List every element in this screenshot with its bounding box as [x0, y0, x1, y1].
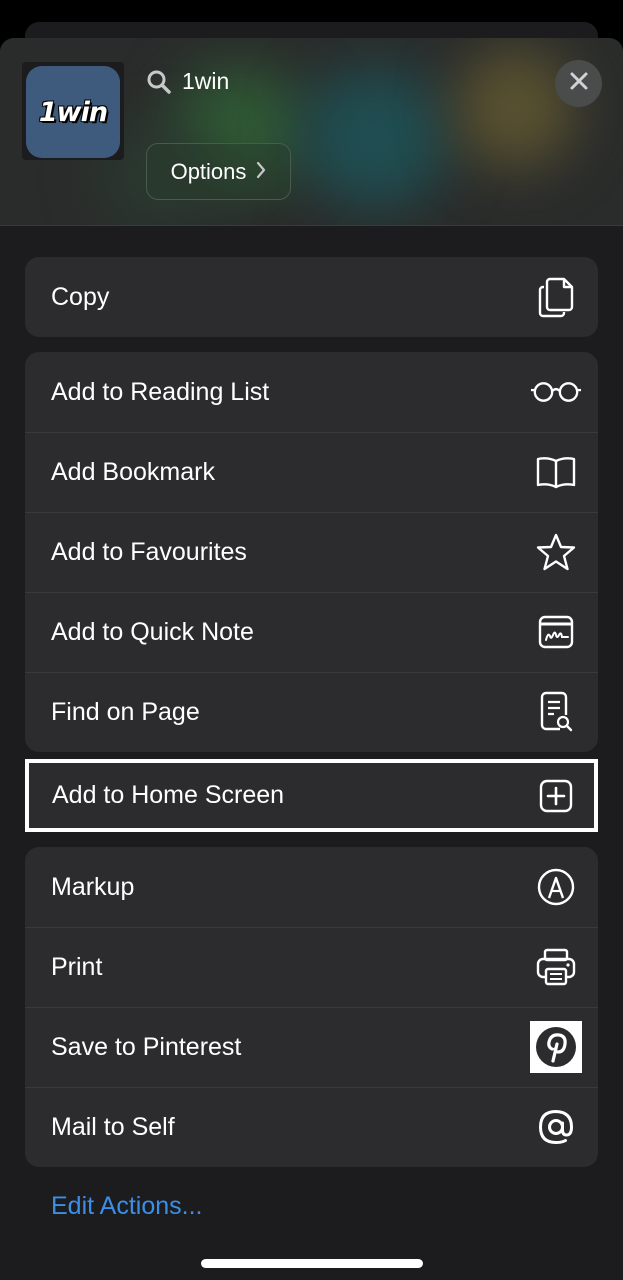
- edit-actions-link[interactable]: Edit Actions...: [51, 1192, 202, 1221]
- site-title-row: 1win: [146, 68, 229, 95]
- at-sign-icon: [530, 1101, 582, 1153]
- action-copy[interactable]: Copy: [25, 257, 598, 337]
- action-label: Add to Reading List: [51, 377, 270, 406]
- action-label: Markup: [51, 872, 135, 901]
- star-icon: [530, 526, 582, 578]
- app-logo-text: 1win: [38, 96, 108, 128]
- app-thumbnail: 1win: [22, 62, 124, 160]
- action-add-to-home-screen[interactable]: Add to Home Screen: [25, 759, 598, 832]
- close-button[interactable]: [555, 60, 602, 107]
- action-add-to-favourites[interactable]: Add to Favourites: [25, 512, 598, 592]
- action-label: Mail to Self: [51, 1112, 175, 1141]
- app-logo-tile: 1win: [26, 66, 120, 158]
- action-save-to-pinterest[interactable]: Save to Pinterest: [25, 1007, 598, 1087]
- action-label: Print: [51, 952, 103, 981]
- options-label: Options: [170, 158, 247, 184]
- action-label: Find on Page: [51, 697, 200, 726]
- actions-group: Markup Print Save to Pinterest Mail to S…: [25, 847, 598, 1167]
- action-mail-to-self[interactable]: Mail to Self: [25, 1087, 598, 1167]
- home-indicator[interactable]: [201, 1259, 423, 1268]
- action-print[interactable]: Print: [25, 927, 598, 1007]
- find-on-page-icon: [530, 686, 582, 738]
- action-label: Copy: [51, 282, 110, 311]
- close-icon: [569, 71, 589, 96]
- action-label: Add to Favourites: [51, 537, 247, 566]
- options-button[interactable]: Options: [146, 143, 291, 200]
- chevron-right-icon: [256, 159, 266, 185]
- add-square-icon: [530, 770, 582, 822]
- action-label: Add to Quick Note: [51, 617, 254, 646]
- copy-icon: [530, 271, 582, 323]
- book-icon: [530, 446, 582, 498]
- site-title: 1win: [182, 68, 230, 94]
- markup-icon: [530, 861, 582, 913]
- glasses-icon: [530, 366, 582, 418]
- action-markup[interactable]: Markup: [25, 847, 598, 927]
- pinterest-icon: [530, 1021, 582, 1073]
- action-add-to-quick-note[interactable]: Add to Quick Note: [25, 592, 598, 672]
- action-add-to-reading-list[interactable]: Add to Reading List: [25, 352, 598, 432]
- search-icon: [146, 69, 172, 95]
- action-label: Save to Pinterest: [51, 1032, 242, 1061]
- quick-note-icon: [530, 606, 582, 658]
- action-find-on-page[interactable]: Find on Page: [25, 672, 598, 752]
- reading-group: Add to Reading List Add Bookmark Add to …: [25, 352, 598, 752]
- action-label: Add Bookmark: [51, 457, 215, 486]
- share-sheet-header: 1win 1win Options: [0, 38, 623, 226]
- action-add-bookmark[interactable]: Add Bookmark: [25, 432, 598, 512]
- copy-group: Copy: [25, 257, 598, 337]
- action-label: Add to Home Screen: [52, 781, 285, 809]
- share-sheet: 1win 1win Options Copy Add to Reading Li…: [0, 38, 623, 1280]
- printer-icon: [530, 941, 582, 993]
